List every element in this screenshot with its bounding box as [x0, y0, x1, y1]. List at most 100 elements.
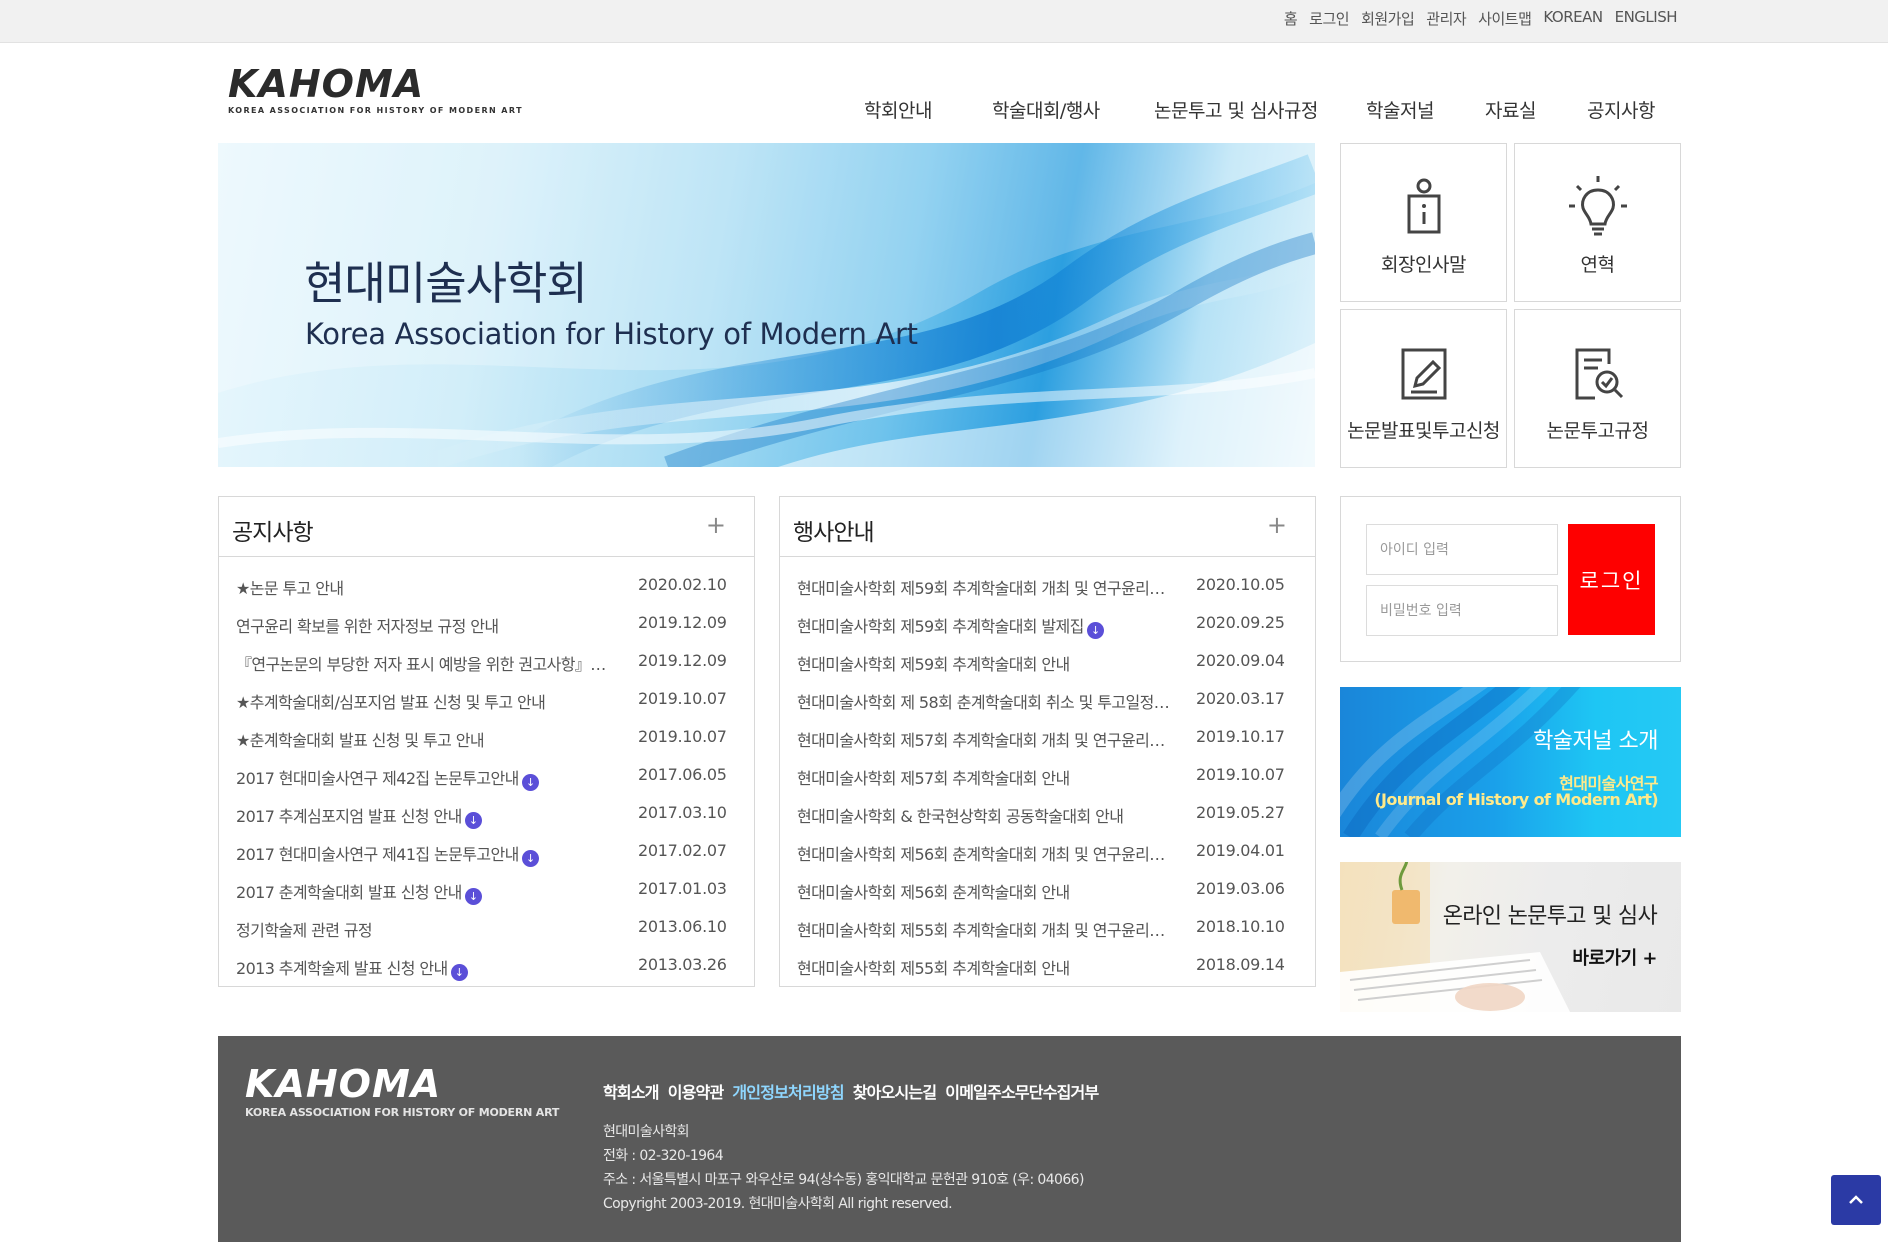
post-title[interactable]: 현대미술사학회 제59회 추계학술대회 발제집 ↓	[797, 613, 1104, 639]
post-title-text: 2017 추계심포지엄 발표 신청 안내	[236, 807, 462, 826]
footer-link-directions[interactable]: 찾아오시는길	[853, 1079, 937, 1103]
footer-link-email-policy[interactable]: 이메일주소무단수집거부	[945, 1079, 1099, 1103]
event-row[interactable]: 현대미술사학회 제 58회 춘계학술대회 취소 및 투고일정안내 2020.03.…	[780, 681, 1315, 719]
post-date: 2020.03.17	[1196, 689, 1285, 708]
online-submission-banner[interactable]: 온라인 논문투고 및 심사 바로가기 +	[1340, 862, 1681, 1012]
nav-about[interactable]: 학회안내	[864, 96, 932, 123]
password-input[interactable]	[1366, 585, 1558, 636]
nav-journal[interactable]: 학술저널	[1366, 96, 1434, 123]
post-title-text: 현대미술사학회 제59회 추계학술대회 발제집	[797, 617, 1084, 636]
event-row[interactable]: 현대미술사학회 제59회 추계학술대회 발제집 ↓ 2020.09.25	[780, 605, 1315, 643]
post-title[interactable]: 2013 추계학술제 발표 신청 안내 ↓	[236, 955, 468, 981]
link-sitemap[interactable]: 사이트맵	[1478, 8, 1532, 29]
post-title[interactable]: ★추계학술대회/심포지엄 발표 신청 및 투고 안내	[236, 689, 545, 713]
event-row[interactable]: 현대미술사학회 제56회 춘계학술대회 개최 및 연구윤리규… 2019.04.0…	[780, 833, 1315, 871]
post-title[interactable]: 현대미술사학회 제59회 추계학술대회 개최 및 연구윤리규…	[797, 575, 1177, 599]
link-home[interactable]: 홈	[1284, 8, 1298, 29]
site-logo[interactable]: KAHOMA KOREA ASSOCIATION FOR HISTORY OF …	[228, 64, 548, 122]
nav-notice[interactable]: 공지사항	[1587, 96, 1655, 123]
notice-row[interactable]: ★논문 투고 안내 2020.02.10	[219, 567, 754, 605]
download-icon: ↓	[521, 850, 539, 867]
link-admin[interactable]: 관리자	[1426, 8, 1466, 29]
notice-row[interactable]: 2017 추계심포지엄 발표 신청 안내 ↓ 2017.03.10	[219, 795, 754, 833]
notice-row[interactable]: 정기학술제 관련 규정 2013.06.10	[219, 909, 754, 947]
post-date: 2019.12.09	[638, 613, 727, 632]
footer-info: 현대미술사학회 전화 : 02-320-1964 주소 : 서울특별시 마포구 …	[603, 1120, 1084, 1216]
footer-link-terms[interactable]: 이용약관	[668, 1079, 724, 1103]
logo-text: KAHOMA	[228, 62, 425, 106]
quick-link-paper-apply[interactable]: 논문발표및투고신청	[1340, 309, 1507, 468]
post-title[interactable]: 현대미술사학회 제59회 추계학술대회 안내	[797, 651, 1070, 675]
post-title[interactable]: 현대미술사학회 제57회 추계학술대회 개최 및 연구윤리설…	[797, 727, 1177, 751]
event-row[interactable]: 현대미술사학회 제57회 추계학술대회 안내 2019.10.07	[780, 757, 1315, 795]
post-title[interactable]: 2017 현대미술사연구 제42집 논문투고안내 ↓	[236, 765, 539, 791]
post-title-text: 현대미술사학회 제 58회 춘계학술대회 취소 및 투고일정안내	[797, 693, 1177, 712]
events-more-button[interactable]: +	[1267, 511, 1287, 539]
footer-link-privacy[interactable]: 개인정보처리방침	[732, 1079, 844, 1103]
quick-link-submission-rules[interactable]: 논문투고규정	[1514, 309, 1681, 468]
post-title[interactable]: 현대미술사학회 제56회 춘계학술대회 개최 및 연구윤리규…	[797, 841, 1177, 865]
notice-row[interactable]: 『연구논문의 부당한 저자 표시 예방을 위한 권고사항』안내↓ 2019.12.…	[219, 643, 754, 681]
post-title[interactable]: 『연구논문의 부당한 저자 표시 예방을 위한 권고사항』안내↓	[236, 651, 616, 677]
post-title-text: 현대미술사학회 제56회 춘계학술대회 안내	[797, 883, 1070, 902]
nav-archive[interactable]: 자료실	[1485, 96, 1536, 123]
event-row[interactable]: 현대미술사학회 제59회 추계학술대회 개최 및 연구윤리규… 2020.10.0…	[780, 567, 1315, 605]
link-english[interactable]: ENGLISH	[1615, 8, 1678, 29]
link-korean[interactable]: KOREAN	[1543, 8, 1603, 29]
nav-conference[interactable]: 학술대회/행사	[992, 96, 1100, 123]
footer-link-about[interactable]: 학회소개	[603, 1079, 659, 1103]
post-title[interactable]: 정기학술제 관련 규정	[236, 917, 372, 941]
journal-banner[interactable]: 학술저널 소개 현대미술사연구 (Journal of History of M…	[1340, 687, 1681, 837]
post-title[interactable]: 현대미술사학회 제55회 추계학술대회 안내	[797, 955, 1070, 979]
link-login[interactable]: 로그인	[1309, 8, 1349, 29]
post-title[interactable]: 연구윤리 확보를 위한 저자정보 규정 안내	[236, 613, 498, 637]
notice-row[interactable]: 2017 현대미술사연구 제42집 논문투고안내 ↓ 2017.06.05	[219, 757, 754, 795]
post-title[interactable]: 현대미술사학회 & 한국현상학회 공동학술대회 안내	[797, 803, 1123, 827]
post-title[interactable]: 현대미술사학회 제55회 추계학술대회 개최 및 연구윤리규…	[797, 917, 1177, 941]
post-date: 2018.10.10	[1196, 917, 1285, 936]
post-title[interactable]: ★논문 투고 안내	[236, 575, 343, 599]
post-title-text: 2017 현대미술사연구 제42집 논문투고안내	[236, 769, 519, 788]
id-input[interactable]	[1366, 524, 1558, 575]
post-date: 2019.04.01	[1196, 841, 1285, 860]
post-date: 2017.02.07	[638, 841, 727, 860]
notice-row[interactable]: 2017 현대미술사연구 제41집 논문투고안내 ↓ 2017.02.07	[219, 833, 754, 871]
login-button[interactable]: 로그인	[1568, 524, 1655, 635]
post-date: 2020.09.25	[1196, 613, 1285, 632]
link-signup[interactable]: 회원가입	[1361, 8, 1415, 29]
journal-banner-graphic	[1340, 687, 1581, 837]
event-row[interactable]: 현대미술사학회 제56회 춘계학술대회 안내 2019.03.06	[780, 871, 1315, 909]
download-icon: ↓	[450, 964, 468, 981]
post-title[interactable]: ★춘계학술대회 발표 신청 및 투고 안내	[236, 727, 484, 751]
nav-submission-rules[interactable]: 논문투고 및 심사규정	[1154, 96, 1318, 123]
notice-row[interactable]: 2013 추계학술제 발표 신청 안내 ↓ 2013.03.26	[219, 947, 754, 985]
notice-more-button[interactable]: +	[706, 511, 726, 539]
notice-header: 공지사항 +	[219, 497, 754, 557]
post-title[interactable]: 현대미술사학회 제57회 추계학술대회 안내	[797, 765, 1070, 789]
notice-row[interactable]: ★추계학술대회/심포지엄 발표 신청 및 투고 안내 2019.10.07	[219, 681, 754, 719]
notice-row[interactable]: ★춘계학술대회 발표 신청 및 투고 안내 2019.10.07	[219, 719, 754, 757]
post-title-text: 현대미술사학회 제57회 추계학술대회 안내	[797, 769, 1070, 788]
event-row[interactable]: 현대미술사학회 제55회 추계학술대회 개최 및 연구윤리규… 2018.10.1…	[780, 909, 1315, 947]
notice-row[interactable]: 연구윤리 확보를 위한 저자정보 규정 안내 2019.12.09	[219, 605, 754, 643]
online-banner-graphic	[1340, 862, 1570, 1012]
post-title[interactable]: 2017 춘계학술대회 발표 신청 안내 ↓	[236, 879, 482, 905]
post-title-text: 2017 현대미술사연구 제41집 논문투고안내	[236, 845, 519, 864]
post-title[interactable]: 현대미술사학회 제56회 춘계학술대회 안내	[797, 879, 1070, 903]
notice-title: 공지사항	[232, 520, 314, 546]
post-title-text: ★춘계학술대회 발표 신청 및 투고 안내	[236, 731, 484, 750]
online-banner-link[interactable]: 바로가기 +	[1572, 944, 1657, 970]
post-title[interactable]: 2017 추계심포지엄 발표 신청 안내 ↓	[236, 803, 482, 829]
event-row[interactable]: 현대미술사학회 & 한국현상학회 공동학술대회 안내 2019.05.27	[780, 795, 1315, 833]
footer-logo-text: KAHOMA	[245, 1062, 442, 1106]
event-row[interactable]: 현대미술사학회 제57회 추계학술대회 개최 및 연구윤리설… 2019.10.1…	[780, 719, 1315, 757]
event-row[interactable]: 현대미술사학회 제59회 추계학술대회 안내 2020.09.04	[780, 643, 1315, 681]
back-to-top-button[interactable]	[1831, 1175, 1881, 1225]
quick-link-label: 회장인사말	[1381, 254, 1466, 276]
quick-link-history[interactable]: 연혁	[1514, 143, 1681, 302]
post-title[interactable]: 2017 현대미술사연구 제41집 논문투고안내 ↓	[236, 841, 539, 867]
quick-link-greeting[interactable]: 회장인사말	[1340, 143, 1507, 302]
event-row[interactable]: 현대미술사학회 제55회 추계학술대회 안내 2018.09.14	[780, 947, 1315, 985]
post-title[interactable]: 현대미술사학회 제 58회 춘계학술대회 취소 및 투고일정안내	[797, 689, 1177, 713]
notice-row[interactable]: 2017 춘계학술대회 발표 신청 안내 ↓ 2017.01.03	[219, 871, 754, 909]
